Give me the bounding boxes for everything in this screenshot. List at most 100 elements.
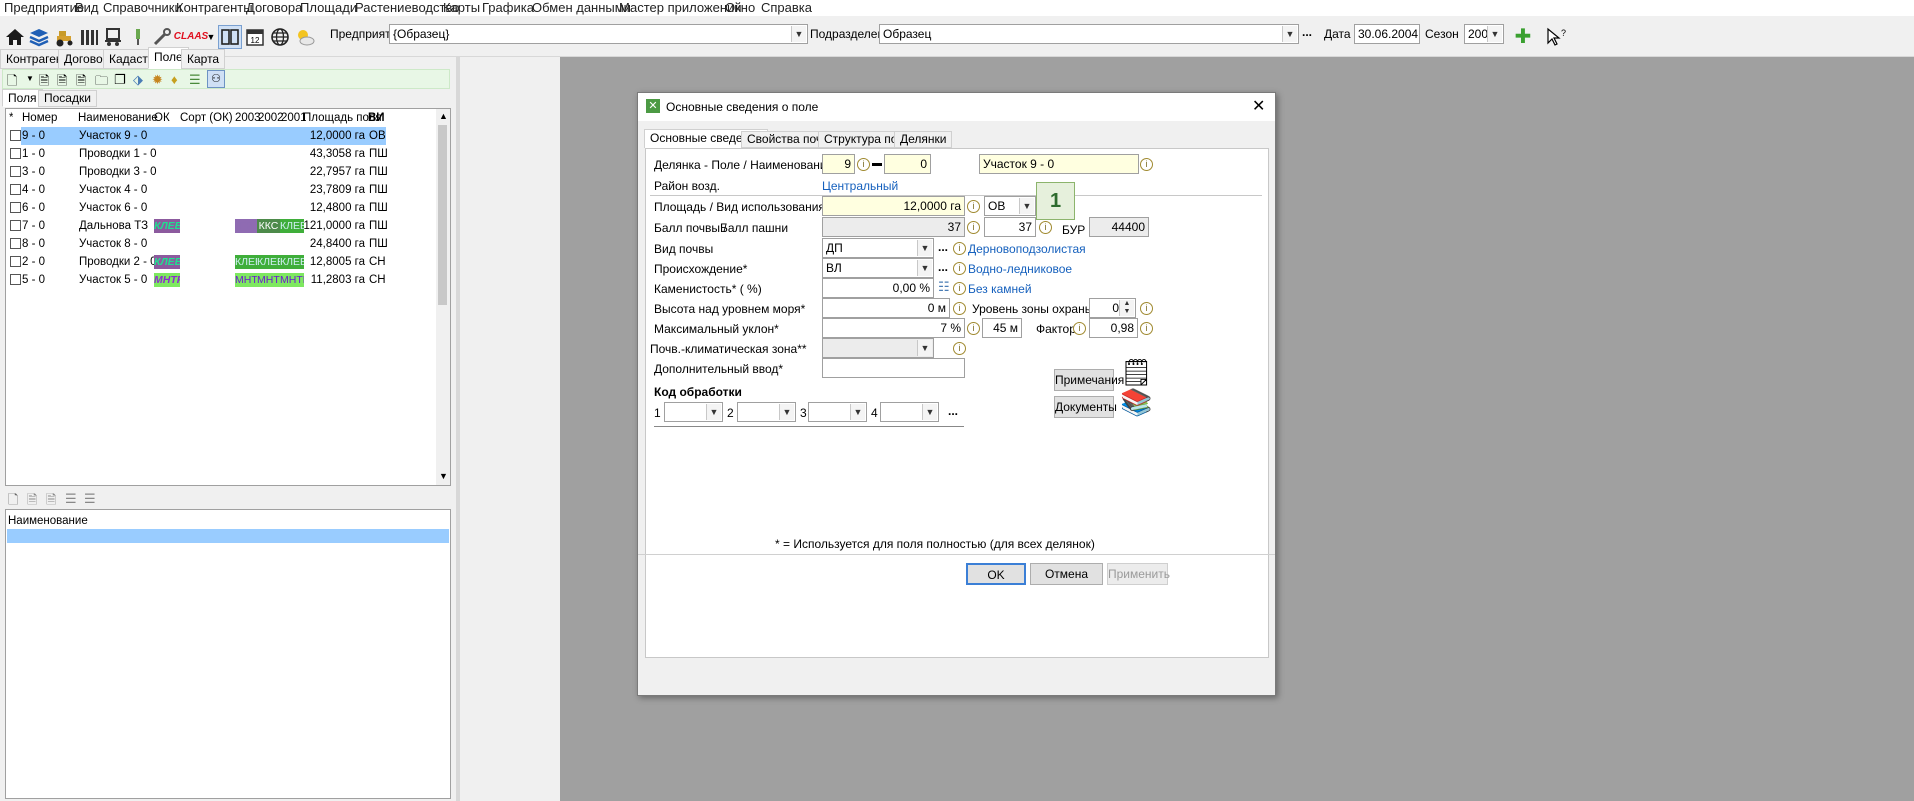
table-row[interactable]: 2 - 0Проводки 2 - 0КЛЕВКЛЕВКЛЕВКЛЕВ12,80… — [6, 253, 466, 271]
scroll-up-icon[interactable]: ▲ — [439, 111, 448, 121]
row-checkbox[interactable] — [10, 256, 21, 267]
slope-length-input[interactable]: 45 м — [982, 318, 1022, 338]
info-icon[interactable]: i — [967, 200, 980, 213]
code-select-1[interactable]: ▼ — [664, 402, 723, 422]
table-row[interactable]: 9 - 0 Участок 9 - 0 12,0000 га ОВ — [6, 127, 466, 145]
soil-type-link[interactable]: Дерновоподзолистая — [968, 242, 1086, 256]
menu-areas[interactable]: Площади — [300, 0, 357, 16]
column-2002[interactable]: 2002 — [258, 109, 284, 127]
extra-input[interactable] — [822, 358, 965, 378]
chevron-down-icon[interactable]: ▼ — [706, 404, 721, 420]
table-scrollbar[interactable]: ▲ ▼ — [436, 109, 450, 485]
calendar-icon[interactable]: 12 — [243, 25, 267, 49]
table-row[interactable]: 5 - 0Участок 5 - 0МНТРМНТРМНТРМНТР11,280… — [6, 271, 466, 289]
table-row[interactable]: 6 - 0 Участок 6 - 0 12,4800 га ПШ — [6, 199, 466, 217]
plough-score-input[interactable]: 37 — [984, 217, 1036, 237]
tab-fields[interactable]: Поля — [2, 89, 43, 107]
enterprise-select[interactable]: {Образец} ▼ — [389, 24, 808, 44]
tab-plantings[interactable]: Посадки — [38, 90, 97, 107]
code-select-3[interactable]: ▼ — [808, 402, 867, 422]
spinner-icon[interactable]: ▲ ▼ — [1119, 300, 1134, 316]
info-icon[interactable]: i — [967, 322, 980, 335]
plot-sub-input[interactable]: 0 — [884, 154, 931, 174]
duplicate-icon[interactable]: ❐ — [114, 72, 126, 88]
notes-icon[interactable]: 🗒 — [1120, 359, 1153, 385]
season-select[interactable]: 2004 ▼ — [1464, 24, 1504, 44]
tab-plots[interactable]: Делянки — [894, 131, 953, 148]
table-row[interactable]: 3 - 0 Проводки 3 - 0 22,7957 га ПШ — [6, 163, 466, 181]
home-icon[interactable] — [3, 25, 27, 49]
open-folder-icon[interactable]: 🗀 — [95, 72, 108, 94]
column-star[interactable]: * — [9, 109, 13, 127]
district-link[interactable]: Центральный — [822, 179, 898, 193]
chevron-down-icon[interactable]: ▼ — [850, 404, 865, 420]
column-2003[interactable]: 2003 — [235, 109, 261, 127]
info-icon[interactable]: i — [953, 282, 966, 295]
chevron-down-icon[interactable]: ▼ — [791, 26, 806, 42]
row-checkbox[interactable] — [10, 202, 21, 213]
menu-references[interactable]: Справочники — [103, 0, 182, 16]
chevron-down-icon[interactable]: ▼ — [917, 260, 932, 276]
info-icon[interactable]: i — [953, 262, 966, 275]
globe-icon[interactable] — [268, 25, 292, 49]
division-more-button[interactable]: ... — [1302, 25, 1312, 39]
add-icon[interactable]: ✚ — [1511, 25, 1535, 49]
column-name[interactable]: Наименование — [78, 109, 158, 127]
tree-view-icon[interactable]: ⚇ — [207, 70, 225, 88]
row-checkbox[interactable] — [10, 148, 21, 159]
chevron-down-icon[interactable]: ▼ — [26, 74, 34, 83]
ruler-icon[interactable]: ☷ — [938, 279, 950, 295]
table-row[interactable]: 7 - 0 Дальнова ТЗ КЛЕВ ГР ККС КЛЕВ 121,0000 га… — [6, 217, 466, 235]
chevron-down-icon[interactable]: ▼ — [1487, 26, 1502, 42]
plot-name-input[interactable]: Участок 9 - 0 — [979, 154, 1139, 174]
chevron-down-icon[interactable]: ▼ — [917, 240, 932, 256]
sort-list-icon[interactable]: ☰ — [84, 491, 96, 507]
column-number[interactable]: Номер — [22, 109, 57, 127]
apply-button[interactable]: Применить — [1107, 563, 1170, 585]
soil-type-select[interactable]: ДП ▼ — [822, 238, 934, 258]
claas-logo-icon[interactable]: CLAAS — [174, 25, 208, 49]
climate-zone-select[interactable]: ▼ — [822, 338, 934, 358]
trailer-icon[interactable] — [101, 25, 125, 49]
filter-list-icon[interactable]: ☰ — [65, 491, 77, 507]
area-input[interactable]: 12,0000 га — [822, 196, 965, 216]
bur-input[interactable]: 44400 — [1089, 217, 1149, 237]
menu-enterprise[interactable]: Предприятие — [4, 0, 84, 16]
weather-icon[interactable] — [293, 25, 317, 49]
documents-icon[interactable]: 📚 — [1120, 389, 1152, 415]
info-icon[interactable]: i — [953, 342, 966, 355]
column-name[interactable]: Наименование — [8, 512, 88, 530]
help-pointer-icon[interactable]: ? — [1543, 25, 1567, 49]
soil-type-more-button[interactable]: ... — [938, 240, 948, 254]
division-select[interactable]: Образец ▼ — [879, 24, 1299, 44]
tools-icon[interactable] — [151, 25, 175, 49]
origin-more-button[interactable]: ... — [938, 260, 948, 274]
stoniness-link[interactable]: Без камней — [968, 282, 1032, 296]
menu-window[interactable]: Окно — [725, 0, 755, 16]
close-icon[interactable]: ✕ — [1252, 96, 1265, 116]
book-icon[interactable] — [218, 25, 242, 49]
row-checkbox[interactable] — [10, 166, 21, 177]
code-more-button[interactable]: ... — [948, 404, 958, 418]
menu-graphics[interactable]: Графика — [482, 0, 534, 16]
menu-help[interactable]: Справка — [761, 0, 812, 16]
menu-view[interactable]: Вид — [75, 0, 99, 16]
ok-button[interactable]: OK — [966, 563, 1026, 585]
info-icon[interactable]: i — [1039, 221, 1052, 234]
table-row[interactable]: 1 - 0 Проводки 1 - 0 43,3058 га ПШ — [6, 145, 466, 163]
menu-data-exchange[interactable]: Обмен данными — [532, 0, 631, 16]
silo-icon[interactable] — [77, 25, 101, 49]
table-row[interactable]: 4 - 0 Участок 4 - 0 23,7809 га ПШ — [6, 181, 466, 199]
origin-link[interactable]: Водно-ледниковое — [968, 262, 1072, 276]
row-checkbox[interactable] — [10, 238, 21, 249]
info-icon[interactable]: i — [953, 302, 966, 315]
row-checkbox[interactable] — [10, 220, 21, 231]
menu-app-wizard[interactable]: Мастер приложений — [619, 0, 742, 16]
merge-icon[interactable]: ✹ — [152, 72, 163, 88]
info-icon[interactable]: i — [1140, 322, 1153, 335]
info-icon[interactable]: i — [1140, 158, 1153, 171]
chevron-down-icon[interactable]: ▼ — [206, 25, 216, 49]
row-checkbox[interactable] — [10, 184, 21, 195]
sprayer-icon[interactable] — [126, 25, 150, 49]
row-checkbox[interactable] — [10, 130, 21, 141]
